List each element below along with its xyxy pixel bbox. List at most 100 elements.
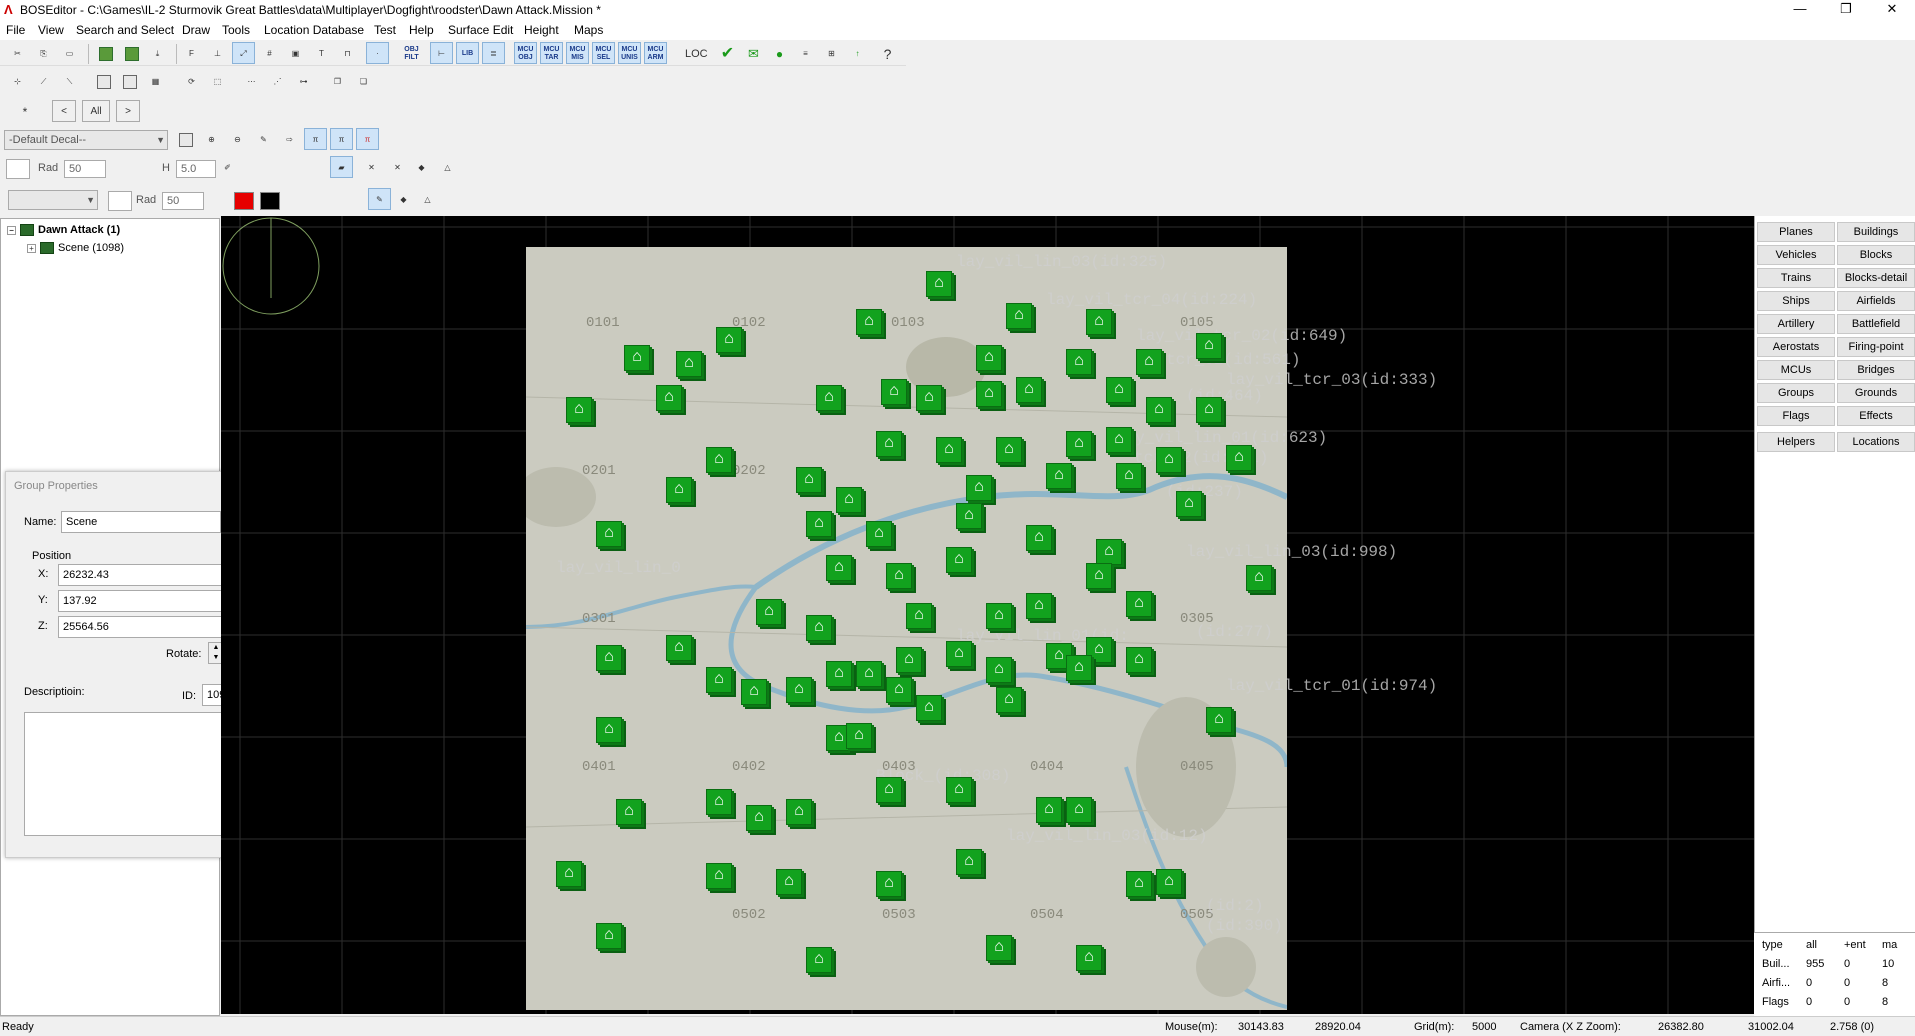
- building-house-icon[interactable]: [966, 475, 992, 501]
- building-house-icon[interactable]: [786, 677, 812, 703]
- surface-combo[interactable]: ▼: [8, 190, 98, 210]
- building-house-icon[interactable]: [1196, 333, 1222, 359]
- mcu-arm-button[interactable]: MCU ARM: [644, 42, 667, 64]
- category-ships-button[interactable]: Ships: [1757, 291, 1835, 311]
- building-house-icon[interactable]: [1106, 427, 1132, 453]
- building-house-icon[interactable]: [596, 923, 622, 949]
- height-icon[interactable]: ⊞: [820, 42, 843, 64]
- building-house-icon[interactable]: [876, 431, 902, 457]
- building-house-icon[interactable]: [986, 935, 1012, 961]
- building-house-icon[interactable]: [596, 645, 622, 671]
- building-house-icon[interactable]: [816, 385, 842, 411]
- category-locations-button[interactable]: Locations: [1837, 432, 1915, 452]
- building-house-icon[interactable]: [1096, 539, 1122, 565]
- building-house-icon[interactable]: [956, 503, 982, 529]
- ungroup-icon[interactable]: ❏: [352, 70, 375, 92]
- category-airfields-button[interactable]: Airfields: [1837, 291, 1915, 311]
- obj-filter-button[interactable]: OBJ FILT: [400, 42, 423, 64]
- menu-location-database[interactable]: Location Database: [264, 22, 364, 38]
- red-color-swatch[interactable]: [234, 192, 254, 210]
- building-house-icon[interactable]: [986, 603, 1012, 629]
- building-house-icon[interactable]: [706, 447, 732, 473]
- ruler-icon[interactable]: ≡: [794, 42, 817, 64]
- building-house-icon[interactable]: [916, 385, 942, 411]
- ground-icon[interactable]: ⊥: [206, 42, 229, 64]
- building-house-icon[interactable]: [1026, 525, 1052, 551]
- map-save-icon[interactable]: [120, 42, 143, 64]
- rad2-input[interactable]: 50: [162, 192, 204, 210]
- menu-view[interactable]: View: [38, 22, 64, 38]
- water-icon[interactable]: ◆: [392, 188, 415, 210]
- dot-icon[interactable]: ●: [768, 42, 791, 64]
- image-icon[interactable]: [92, 70, 115, 92]
- color-swatch[interactable]: [6, 159, 30, 179]
- sculpt-icon[interactable]: ✎: [368, 188, 391, 210]
- building-house-icon[interactable]: [986, 657, 1012, 683]
- envelope-icon[interactable]: ✉: [742, 42, 765, 64]
- brush-icon[interactable]: ✎: [252, 128, 275, 150]
- menu-search-select[interactable]: Search and Select: [76, 22, 174, 38]
- category-planes-button[interactable]: Planes: [1757, 222, 1835, 242]
- category-flags-button[interactable]: Flags: [1757, 406, 1835, 426]
- tree-icon[interactable]: ⊢: [430, 42, 453, 64]
- building-house-icon[interactable]: [1126, 647, 1152, 673]
- list-icon[interactable]: ≣: [482, 42, 505, 64]
- mcu-obj-button[interactable]: MCU OBJ: [514, 42, 537, 64]
- mcu-tar-button[interactable]: MCU TAR: [540, 42, 563, 64]
- building-house-icon[interactable]: [881, 379, 907, 405]
- building-house-icon[interactable]: [1016, 377, 1042, 403]
- map-view-icon[interactable]: [94, 42, 117, 64]
- building-house-icon[interactable]: [876, 777, 902, 803]
- category-aerostats-button[interactable]: Aerostats: [1757, 337, 1835, 357]
- menu-surface-edit[interactable]: Surface Edit: [448, 22, 513, 38]
- rad-input[interactable]: 50: [64, 160, 106, 178]
- decal-remove-icon[interactable]: ⊖: [226, 128, 249, 150]
- black-color-swatch[interactable]: [260, 192, 280, 210]
- building-house-icon[interactable]: [1006, 303, 1032, 329]
- building-house-icon[interactable]: [856, 661, 882, 687]
- menu-test[interactable]: Test: [374, 22, 396, 38]
- lib-button[interactable]: LIB: [456, 42, 479, 64]
- category-groups-button[interactable]: Groups: [1757, 383, 1835, 403]
- building-house-icon[interactable]: [596, 521, 622, 547]
- building-house-icon[interactable]: [956, 849, 982, 875]
- building-house-icon[interactable]: [1076, 945, 1102, 971]
- building-house-icon[interactable]: [886, 677, 912, 703]
- building-house-icon[interactable]: [1086, 563, 1112, 589]
- building-house-icon[interactable]: [1206, 707, 1232, 733]
- surface-swatch[interactable]: [108, 191, 132, 211]
- category-trains-button[interactable]: Trains: [1757, 268, 1835, 288]
- category-battlefield-button[interactable]: Battlefield: [1837, 314, 1915, 334]
- building-house-icon[interactable]: [806, 947, 832, 973]
- collapse-icon[interactable]: −: [7, 225, 16, 235]
- building-house-icon[interactable]: [1176, 491, 1202, 517]
- building-house-icon[interactable]: [1156, 447, 1182, 473]
- decal-add-icon[interactable]: ⊕: [200, 128, 223, 150]
- xz-axis-icon[interactable]: ⤢: [232, 42, 255, 64]
- path-icon[interactable]: ⋯: [240, 70, 263, 92]
- building-house-icon[interactable]: [876, 871, 902, 897]
- category-buildings-button[interactable]: Buildings: [1837, 222, 1915, 242]
- filter-star-button[interactable]: *: [4, 100, 46, 122]
- building-house-icon[interactable]: [1086, 309, 1112, 335]
- building-house-icon[interactable]: [1146, 397, 1172, 423]
- building-house-icon[interactable]: [796, 467, 822, 493]
- path-add-icon[interactable]: ⋰: [266, 70, 289, 92]
- z-input[interactable]: 25564.56: [58, 616, 228, 638]
- menu-maps[interactable]: Maps: [574, 22, 603, 38]
- building-house-icon[interactable]: [1036, 797, 1062, 823]
- building-house-icon[interactable]: [946, 777, 972, 803]
- category-artillery-button[interactable]: Artillery: [1757, 314, 1835, 334]
- building-house-icon[interactable]: [676, 351, 702, 377]
- close-button[interactable]: ✕: [1869, 0, 1915, 20]
- decal-next-icon[interactable]: ⇨: [278, 128, 301, 150]
- category-grounds-button[interactable]: Grounds: [1837, 383, 1915, 403]
- point-icon[interactable]: ·: [366, 42, 389, 64]
- building-house-icon[interactable]: [1106, 377, 1132, 403]
- select-rect-icon[interactable]: ⬚: [206, 70, 229, 92]
- loc-button[interactable]: LOC: [684, 42, 708, 64]
- category-bridges-button[interactable]: Bridges: [1837, 360, 1915, 380]
- building-house-icon[interactable]: [1066, 797, 1092, 823]
- decal-pi-icon[interactable]: π: [330, 128, 353, 150]
- building-house-icon[interactable]: [976, 345, 1002, 371]
